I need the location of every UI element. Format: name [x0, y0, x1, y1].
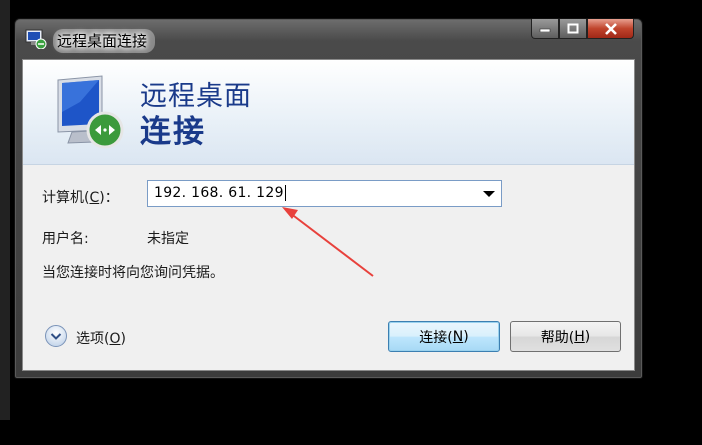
caption-buttons — [531, 19, 634, 41]
remote-desktop-window: 远程桌面连接 远程桌面 连接 计算机(C)： 192. 168. 61. 129… — [14, 18, 643, 379]
computer-label: 计算机(C)： — [42, 190, 119, 206]
credentials-info-text: 当您连接时将向您询问凭据。 — [42, 265, 224, 281]
computer-input[interactable]: 192. 168. 61. 129 — [154, 185, 286, 201]
username-value: 未指定 — [147, 231, 189, 247]
help-button[interactable]: 帮助(H) — [510, 321, 621, 352]
chevron-down-icon[interactable] — [483, 191, 495, 197]
minimize-button[interactable] — [531, 19, 559, 39]
computer-combobox[interactable]: 192. 168. 61. 129 — [147, 180, 502, 207]
desktop-background — [0, 0, 10, 420]
remote-desktop-icon — [25, 29, 47, 49]
window-title: 远程桌面连接 — [53, 29, 156, 53]
expand-options-icon[interactable] — [44, 324, 68, 348]
options-label[interactable]: 选项(O) — [76, 328, 126, 348]
close-button[interactable] — [587, 19, 634, 39]
minimize-icon — [539, 28, 551, 32]
username-label: 用户名: — [42, 231, 89, 247]
connect-button[interactable]: 连接(N) — [388, 321, 500, 352]
maximize-icon — [567, 23, 579, 34]
close-icon — [604, 22, 617, 35]
banner-title-line2: 连接 — [140, 114, 206, 150]
remote-desktop-monitor-icon — [57, 75, 124, 149]
maximize-button[interactable] — [559, 19, 587, 39]
header-banner: 远程桌面 连接 — [23, 60, 634, 165]
title-bar[interactable]: 远程桌面连接 — [15, 19, 642, 57]
dialog-client-area: 远程桌面 连接 计算机(C)： 192. 168. 61. 129 用户名: 未… — [22, 59, 635, 371]
